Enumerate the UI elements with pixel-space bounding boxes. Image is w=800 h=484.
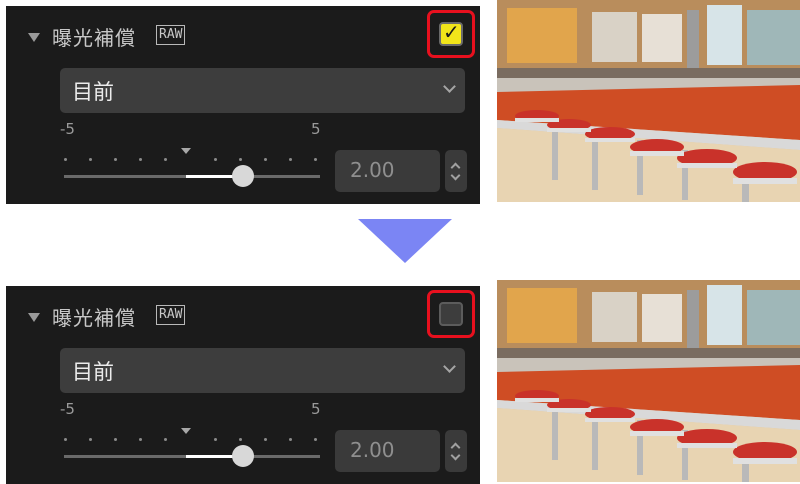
slider-track[interactable] (64, 455, 320, 458)
tick-dot (139, 158, 142, 161)
enable-checkbox[interactable]: ✓ (439, 20, 463, 46)
tick-dot (214, 438, 217, 441)
exposure-panel-disabled: 曝光補償 RAW 目前 -5 5 2.00 (6, 286, 480, 484)
tick-dot (164, 158, 167, 161)
slider-min-label: -5 (60, 120, 75, 138)
checkmark-icon: ✓ (443, 20, 460, 44)
dropdown-value: 目前 (72, 80, 114, 104)
tick-dot (239, 158, 242, 161)
preset-dropdown[interactable]: 目前 (60, 348, 465, 393)
slider-max-label: 5 (311, 400, 321, 418)
exposure-panel-enabled: 曝光補償 RAW ✓ 目前 -5 5 2.00 (6, 6, 480, 204)
triangle-down-icon[interactable] (28, 33, 40, 42)
value-field[interactable]: 2.00 (335, 150, 440, 192)
value-field[interactable]: 2.00 (335, 430, 440, 472)
slider-min-label: -5 (60, 400, 75, 418)
slider-max-label: 5 (311, 120, 321, 138)
value-text: 2.00 (350, 438, 395, 462)
tick-dot (264, 158, 267, 161)
slider-track[interactable] (64, 175, 320, 178)
slider-tick-marks (64, 438, 320, 442)
triangle-down-icon[interactable] (28, 313, 40, 322)
dropdown-value: 目前 (72, 360, 114, 384)
raw-badge: RAW (156, 25, 186, 45)
tick-dot (89, 438, 92, 441)
zero-marker-icon (181, 148, 191, 154)
section-title: 曝光補償 (52, 26, 136, 50)
chevron-down-icon (435, 348, 465, 393)
zero-marker-icon (181, 428, 191, 434)
tick-dot (164, 438, 167, 441)
tick-dot (214, 158, 217, 161)
highlight-frame: ✓ (427, 10, 475, 58)
tick-dot (64, 158, 67, 161)
highlight-frame (427, 290, 475, 338)
section-title: 曝光補償 (52, 306, 136, 330)
slider-thumb[interactable] (232, 445, 255, 467)
tick-dot (264, 438, 267, 441)
slider-thumb[interactable] (232, 165, 255, 187)
raw-badge: RAW (156, 305, 186, 325)
tick-dot (114, 438, 117, 441)
slider-tick-marks (64, 158, 320, 162)
preview-photo-disabled (497, 280, 800, 482)
up-down-arrows-icon[interactable] (445, 150, 467, 192)
tick-dot (89, 158, 92, 161)
chevron-down-icon (435, 68, 465, 113)
tick-dot (239, 438, 242, 441)
down-arrow-icon (358, 219, 452, 263)
tick-dot (64, 438, 67, 441)
tick-dot (314, 438, 317, 441)
tick-dot (114, 158, 117, 161)
tick-dot (139, 438, 142, 441)
tick-dot (289, 158, 292, 161)
tick-dot (314, 158, 317, 161)
preview-photo-enabled (497, 0, 800, 202)
enable-checkbox[interactable] (439, 302, 463, 326)
preset-dropdown[interactable]: 目前 (60, 68, 465, 113)
tick-dot (289, 438, 292, 441)
value-text: 2.00 (350, 158, 395, 182)
up-down-arrows-icon[interactable] (445, 430, 467, 472)
